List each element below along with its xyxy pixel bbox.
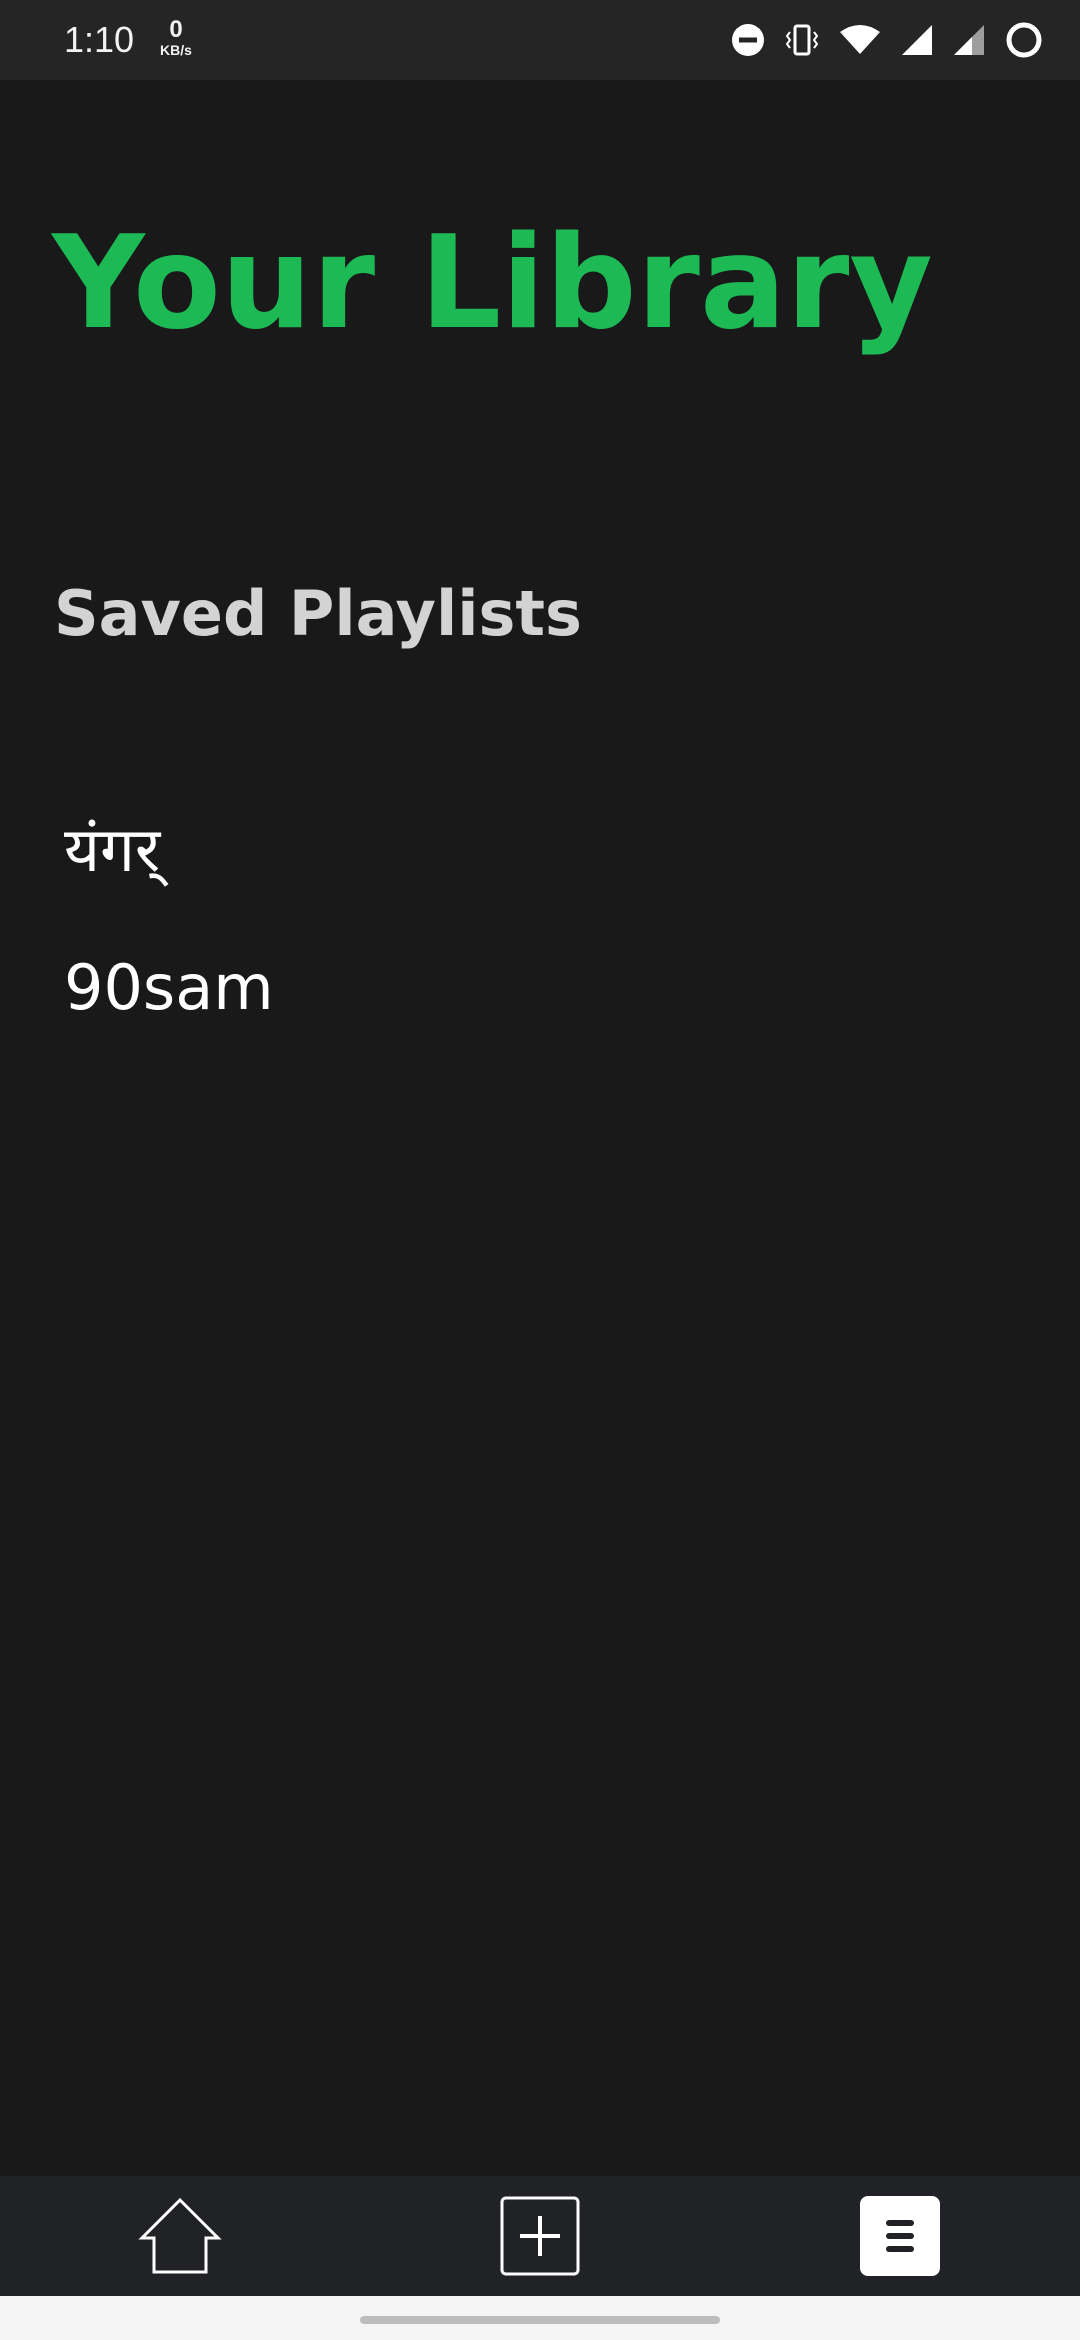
status-time: 1:10 bbox=[64, 19, 135, 60]
do-not-disturb-icon bbox=[732, 24, 764, 56]
battery-ring-icon bbox=[1006, 22, 1042, 58]
add-playlist-button[interactable] bbox=[480, 2176, 600, 2296]
status-icons bbox=[730, 18, 1044, 62]
home-icon bbox=[138, 2197, 222, 2274]
saved-playlists-heading: Saved Playlists bbox=[54, 577, 582, 650]
network-speed-value: 0 bbox=[169, 16, 183, 43]
home-button[interactable] bbox=[120, 2176, 240, 2296]
playlist-item[interactable]: 90sam bbox=[64, 948, 274, 1028]
library-button[interactable] bbox=[840, 2176, 960, 2296]
playlist-item[interactable]: यंगर् bbox=[64, 810, 274, 890]
network-speed: 0 KB/s bbox=[156, 16, 196, 59]
add-icon bbox=[500, 2196, 580, 2276]
library-menu-icon bbox=[860, 2196, 940, 2276]
page-title: Your Library bbox=[52, 209, 933, 358]
bottom-nav bbox=[0, 2176, 1080, 2296]
signal-icon bbox=[902, 25, 932, 55]
library-screen: Your Library Saved Playlists यंगर् 90sam bbox=[0, 80, 1080, 2176]
network-speed-unit: KB/s bbox=[160, 42, 192, 58]
status-bar: 1:10 0 KB/s bbox=[0, 0, 1080, 80]
home-gesture-pill[interactable] bbox=[360, 2316, 720, 2324]
playlist-list: यंगर् 90sam bbox=[64, 810, 274, 1086]
gesture-bar bbox=[0, 2296, 1080, 2340]
wifi-icon bbox=[840, 25, 880, 54]
signal-icon bbox=[954, 25, 984, 55]
vibrate-icon bbox=[785, 24, 819, 56]
